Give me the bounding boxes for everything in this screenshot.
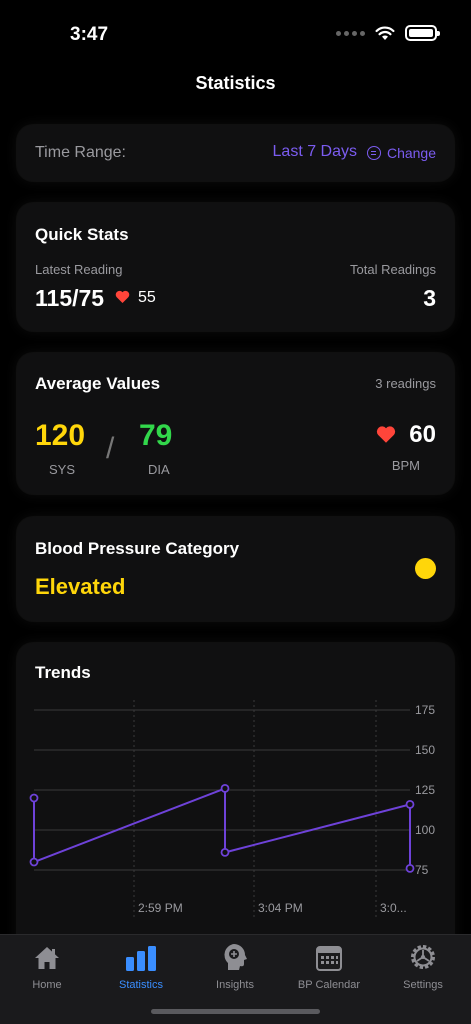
tab-bp-calendar[interactable]: BP Calendar — [282, 941, 376, 991]
tab-statistics[interactable]: Statistics — [94, 941, 188, 991]
chart-bar-icon — [126, 946, 156, 971]
heart-icon — [115, 290, 130, 303]
tab-label: Statistics — [118, 979, 163, 991]
readings-count: 3 readings — [375, 376, 436, 391]
average-systolic-value: 120 — [35, 419, 86, 452]
bpm-label: BPM — [391, 458, 420, 473]
y-tick-label: 175 — [415, 703, 435, 717]
y-tick-label: 150 — [415, 743, 435, 757]
latest-reading-value: 115/75 — [35, 285, 105, 311]
bp-category-title: Blood Pressure Category — [35, 539, 240, 558]
filter-icon[interactable] — [367, 146, 381, 160]
brain-head-icon — [224, 944, 247, 970]
total-readings-label: Total Readings — [350, 262, 436, 277]
y-tick-label: 100 — [415, 823, 435, 837]
time-range-card: Time Range: Last 7 Days Change — [17, 125, 454, 181]
latest-pulse-value: 55 — [138, 289, 156, 306]
trend-data-point — [405, 863, 415, 873]
gear-icon — [411, 945, 435, 969]
category-indicator-dot — [415, 558, 436, 579]
quick-stats-card: Quick Stats Latest Reading 115/75 55 Tot… — [17, 203, 454, 331]
diastolic-label: DIA — [148, 462, 170, 477]
trend-data-point — [29, 857, 39, 867]
home-indicator — [151, 1009, 320, 1014]
total-readings-value: 3 — [423, 285, 436, 311]
time-range-value[interactable]: Last 7 Days — [273, 143, 357, 161]
cellular-icon — [336, 30, 365, 36]
average-values-card: Average Values 3 readings 120 SYS / 79 D… — [17, 353, 454, 494]
tab-home[interactable]: Home — [0, 941, 94, 991]
heart-icon — [376, 426, 396, 443]
trend-data-point — [220, 783, 230, 793]
wifi-icon — [375, 26, 395, 40]
page-title: Statistics — [195, 73, 276, 93]
status-icons — [336, 25, 440, 41]
tab-label: Insights — [216, 979, 254, 991]
tab-label: Home — [32, 979, 62, 991]
x-tick-label: 2:59 PM — [138, 901, 183, 915]
bp-category-value: Elevated — [35, 574, 126, 599]
tab-label: BP Calendar — [297, 979, 361, 991]
tab-label: Settings — [403, 979, 443, 991]
time-range-label: Time Range: — [35, 144, 126, 161]
bp-category-card: Blood Pressure Category Elevated — [17, 517, 454, 621]
trend-data-point — [220, 847, 230, 857]
battery-icon — [405, 25, 440, 41]
average-bpm-value: 60 — [409, 421, 436, 448]
trends-card: Trends 175 150 125 100 75 2:59 PM 3:04 PM 3:0.… — [17, 643, 454, 963]
calendar-icon — [316, 946, 342, 971]
systolic-label: SYS — [49, 462, 76, 477]
x-tick-label: 3:0... — [380, 901, 407, 915]
home-icon — [35, 947, 59, 969]
trend-data-point — [29, 793, 39, 803]
trend-data-point — [405, 799, 415, 809]
y-tick-label: 75 — [415, 863, 429, 877]
x-tick-label: 3:04 PM — [258, 901, 303, 915]
trend-series-line — [33, 786, 411, 869]
latest-reading-label: Latest Reading — [35, 262, 123, 277]
trends-chart: 175 150 125 100 75 2:59 PM 3:04 PM 3:0... — [29, 700, 435, 918]
value-separator: / — [106, 432, 115, 465]
tab-settings[interactable]: Settings — [376, 941, 470, 991]
average-values-title: Average Values — [35, 374, 161, 393]
status-bar: 3:47 — [0, 0, 471, 60]
status-time: 3:47 — [70, 24, 109, 45]
y-tick-label: 125 — [415, 783, 435, 797]
quick-stats-title: Quick Stats — [35, 225, 129, 244]
average-diastolic-value: 79 — [139, 419, 173, 452]
tab-insights[interactable]: Insights — [188, 941, 282, 991]
change-button[interactable]: Change — [387, 145, 436, 161]
